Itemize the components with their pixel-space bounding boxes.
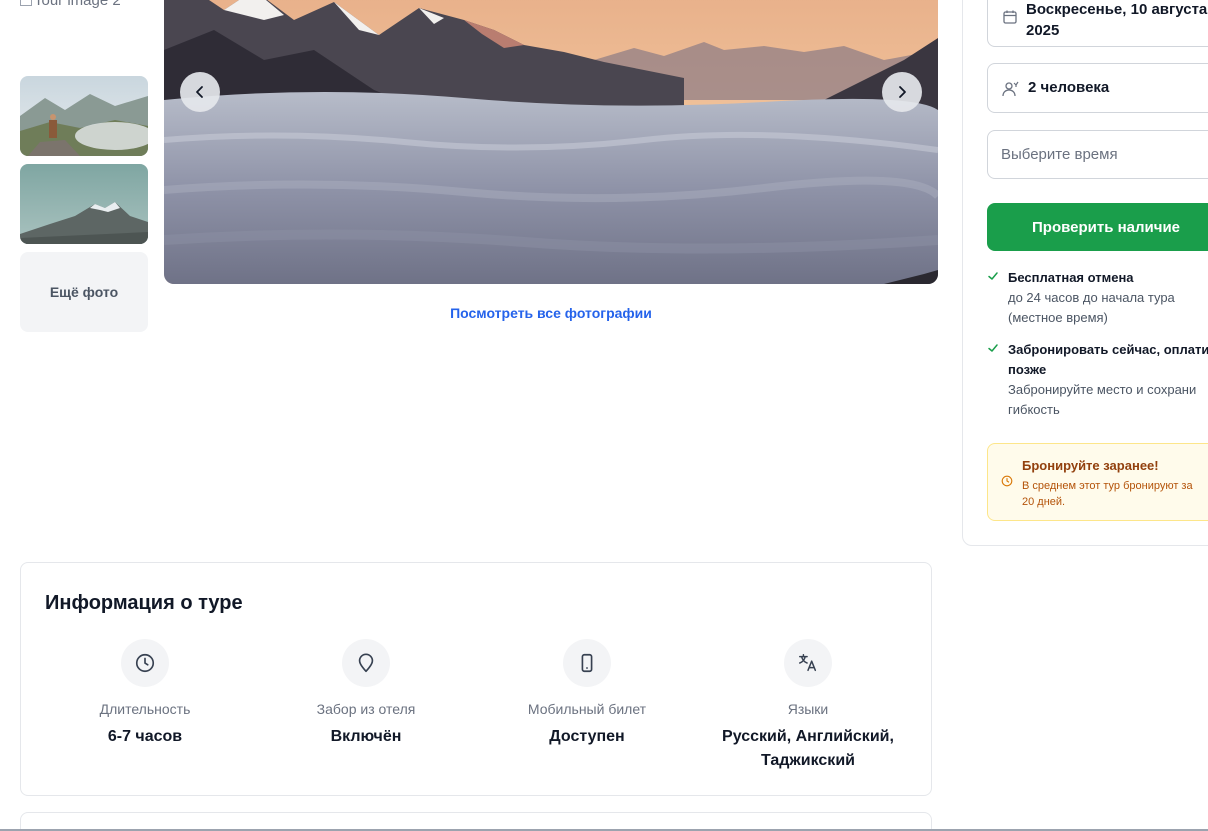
tour-info-card: Информация о туре Длительность 6-7 часов…	[20, 562, 932, 796]
info-value: Включён	[330, 728, 402, 745]
chevron-left-icon	[196, 86, 203, 98]
gallery-thumbnail-2[interactable]	[20, 164, 148, 244]
more-photos-label: Ещё фото	[49, 284, 119, 300]
check-availability-button[interactable]: Проверить наличие	[987, 203, 1208, 251]
gallery-thumbnail-1[interactable]	[20, 76, 148, 156]
book-early-alert: Бронируйте заранее! В среднем этот тур б…	[987, 443, 1208, 521]
more-photos-button[interactable]: Ещё фото	[20, 252, 148, 332]
clock-icon	[1001, 475, 1013, 487]
perk-title: Забронировать сейчас, оплати	[1008, 342, 1208, 357]
broken-image-icon	[20, 0, 32, 6]
smartphone-icon	[563, 639, 611, 687]
participants-field[interactable]: 2 человека	[987, 63, 1208, 113]
view-all-photos-link[interactable]: Посмотреть все фотографии	[164, 305, 938, 321]
broken-image-alt-text: Tour image 2	[34, 0, 121, 9]
perk-title-line2: позже	[1008, 362, 1047, 377]
alert-desc-line1: В среднем этот тур бронируют за	[1022, 480, 1193, 492]
alert-desc: В среднем этот тур бронируют за 20 дней.	[1022, 478, 1193, 510]
users-icon	[1002, 81, 1019, 97]
info-label: Языки	[787, 701, 829, 717]
time-placeholder: Выберите время	[1001, 146, 1118, 163]
perk-desc: до 24 часов до начала тура	[1008, 290, 1175, 305]
check-icon	[988, 344, 998, 352]
broken-image-alt: Tour image 2	[20, 0, 121, 9]
info-label: Мобильный билет	[527, 701, 647, 717]
info-item-mobile-ticket: Мобильный билет Доступен	[487, 639, 687, 749]
chevron-right-icon	[899, 86, 906, 98]
date-picker-field[interactable]: Воскресенье, 10 августа 2025	[987, 0, 1208, 47]
main-tour-image	[164, 0, 938, 284]
map-pin-icon	[342, 639, 390, 687]
time-select-field[interactable]: Выберите время	[987, 130, 1208, 179]
date-value: Воскресенье, 10 августа 2025	[1026, 1, 1208, 39]
perk-title: Бесплатная отмена	[1008, 270, 1134, 285]
perk-desc: Забронируйте место и сохрани	[1008, 382, 1197, 397]
calendar-icon	[1003, 10, 1017, 24]
check-icon	[988, 272, 998, 280]
participants-value: 2 человека	[1028, 79, 1110, 96]
info-value: Доступен	[549, 728, 625, 745]
tour-info-title: Информация о туре	[45, 592, 243, 614]
info-label: Забор из отеля	[316, 701, 416, 717]
clock-icon	[121, 639, 169, 687]
info-item-languages: Языки Русский, Английский, Таджикский	[708, 639, 908, 773]
next-image-button[interactable]	[882, 72, 922, 112]
perk-desc: гибкость	[1008, 402, 1060, 417]
info-item-duration: Длительность 6-7 часов	[45, 639, 245, 749]
alert-title: Бронируйте заранее!	[1022, 458, 1159, 473]
info-value: 6-7 часов	[107, 728, 183, 745]
info-value: Русский, Английский, Таджикский	[722, 728, 894, 769]
alert-desc-line2: 20 дней.	[1022, 496, 1066, 508]
previous-image-button[interactable]	[180, 72, 220, 112]
info-label: Длительность	[99, 701, 191, 717]
perk-desc: (местное время)	[1008, 310, 1108, 325]
language-icon	[784, 639, 832, 687]
info-item-hotel-pickup: Забор из отеля Включён	[266, 639, 466, 749]
